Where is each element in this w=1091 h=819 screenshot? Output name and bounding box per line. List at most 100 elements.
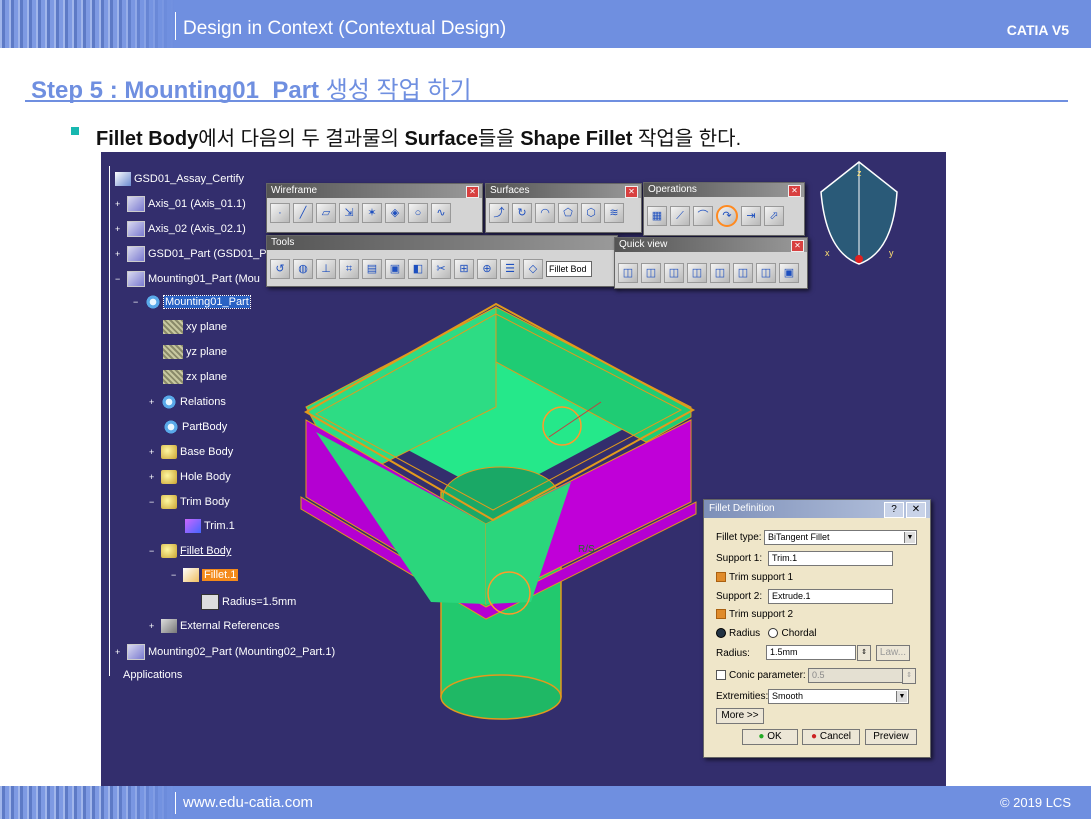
- projection-icon[interactable]: ⇲: [339, 203, 359, 223]
- tree-item-trim1[interactable]: Trim.1: [185, 519, 235, 533]
- spline-icon[interactable]: ∿: [431, 203, 451, 223]
- tree-item-hole-body[interactable]: + Hole Body: [149, 470, 231, 484]
- trim-support2-checkbox[interactable]: Trim support 2: [716, 609, 793, 620]
- bottom-view-icon[interactable]: ◫: [756, 263, 776, 283]
- close-button[interactable]: ✕: [906, 502, 926, 518]
- support2-field[interactable]: Extrude.1: [768, 589, 893, 604]
- body-icon: [161, 495, 177, 509]
- checkbox-checked-icon: [716, 572, 726, 583]
- radius-radio[interactable]: Radius: [716, 628, 760, 639]
- cube-icon[interactable]: ◧: [408, 259, 428, 279]
- boundary-icon[interactable]: ⌒: [693, 206, 713, 226]
- sweep-icon[interactable]: ◠: [535, 203, 555, 223]
- grid-icon[interactable]: ▤: [362, 259, 382, 279]
- translate-icon[interactable]: ⇥: [741, 206, 761, 226]
- feature-label: R/S: [578, 544, 595, 555]
- tree-item-fillet1[interactable]: − Fillet.1: [171, 568, 239, 582]
- extremities-select[interactable]: Smooth ▼: [768, 689, 909, 704]
- chordal-radio[interactable]: Chordal: [768, 628, 817, 639]
- axis-system-icon[interactable]: ⊥: [316, 259, 336, 279]
- tree-item-gsd01-part[interactable]: + GSD01_Part (GSD01_P: [115, 246, 267, 262]
- fillet-type-select[interactable]: BiTangent Fillet ▼: [764, 530, 917, 545]
- tree-item-mounting01-instance[interactable]: − Mounting01_Part (Mou: [115, 271, 260, 287]
- close-icon[interactable]: ✕: [791, 240, 804, 252]
- compass-z: z: [857, 168, 862, 178]
- cancel-button[interactable]: ● Cancel: [802, 729, 860, 745]
- back-view-icon[interactable]: ◫: [664, 263, 684, 283]
- revolve-icon[interactable]: ↻: [512, 203, 532, 223]
- law-button[interactable]: Law...: [876, 645, 910, 661]
- scissors-icon[interactable]: ✂: [431, 259, 451, 279]
- iso-view-icon[interactable]: ◫: [618, 263, 638, 283]
- tree-item-axis02[interactable]: + Axis_02 (Axis_02.1): [115, 221, 246, 237]
- extrapolate-icon[interactable]: ⬀: [764, 206, 784, 226]
- tree-item-applications[interactable]: Applications: [123, 669, 182, 681]
- tree-item-mounting02[interactable]: + Mounting02_Part (Mounting02_Part.1): [115, 644, 335, 660]
- tree-item-external-references[interactable]: + External References: [149, 619, 280, 633]
- blend-icon[interactable]: ≋: [604, 203, 624, 223]
- ok-button[interactable]: ● OK: [742, 729, 798, 745]
- close-icon[interactable]: ✕: [466, 186, 479, 198]
- tree-item-mounting01-part[interactable]: − Mounting01_Part: [133, 295, 251, 309]
- current-body-field[interactable]: Fillet Bod: [546, 261, 592, 277]
- list-icon[interactable]: ☰: [500, 259, 520, 279]
- globe-icon[interactable]: ◍: [293, 259, 313, 279]
- tree-icon[interactable]: ⊞: [454, 259, 474, 279]
- loft-icon[interactable]: ⬡: [581, 203, 601, 223]
- point-icon[interactable]: ·: [270, 203, 290, 223]
- radio-unselected-icon: [768, 628, 779, 639]
- conic-parameter-field[interactable]: 0.5: [808, 668, 903, 683]
- datum-icon[interactable]: ▣: [385, 259, 405, 279]
- extrude-icon[interactable]: ⤴: [489, 203, 509, 223]
- named-views-icon[interactable]: ▣: [779, 263, 799, 283]
- tree-item-xy-plane[interactable]: xy plane: [163, 320, 227, 334]
- close-icon[interactable]: ✕: [625, 186, 638, 198]
- chevron-down-icon: ▼: [904, 532, 915, 543]
- radius-spinner[interactable]: ⇕: [857, 645, 871, 661]
- support1-field[interactable]: Trim.1: [768, 551, 893, 566]
- tree-item-zx-plane[interactable]: zx plane: [163, 370, 227, 384]
- tree-item-fillet-body[interactable]: − Fillet Body: [149, 544, 231, 558]
- tree-item-radius[interactable]: Radius=1.5mm: [201, 594, 296, 610]
- footer-website[interactable]: www.edu-catia.com: [183, 794, 313, 811]
- conic-spinner[interactable]: ⇕: [902, 668, 916, 684]
- toolbar-tools[interactable]: Tools ↺ ◍ ⊥ ⌗ ▤ ▣ ◧ ✂ ⊞ ⊕ ☰ ◇ Fillet Bod: [266, 235, 618, 287]
- tree-item-trim-body[interactable]: − Trim Body: [149, 495, 230, 509]
- layer-icon[interactable]: ◇: [523, 259, 543, 279]
- catalog-icon[interactable]: ⊕: [477, 259, 497, 279]
- support1-label: Support 1:: [716, 553, 763, 564]
- more-button[interactable]: More >>: [716, 708, 764, 724]
- split-icon[interactable]: ⟋: [670, 206, 690, 226]
- help-button[interactable]: ?: [884, 502, 904, 518]
- toolbar-wireframe[interactable]: Wireframe ✕ · ╱ ▱ ⇲ ✶ ◈ ○ ∿: [266, 183, 483, 233]
- trim-support1-checkbox[interactable]: Trim support 1: [716, 572, 793, 583]
- conic-parameter-checkbox[interactable]: Conic parameter:: [716, 670, 806, 681]
- intersection-icon[interactable]: ✶: [362, 203, 382, 223]
- preview-button[interactable]: Preview: [865, 729, 917, 745]
- fillet-definition-dialog[interactable]: Fillet Definition ? ✕ Fillet type: BiTan…: [703, 499, 931, 758]
- join-icon[interactable]: ▦: [647, 206, 667, 226]
- toolbar-surfaces[interactable]: Surfaces ✕ ⤴ ↻ ◠ ⬠ ⬡ ≋: [485, 183, 642, 233]
- shape-fillet-icon[interactable]: ↷: [716, 205, 738, 227]
- front-view-icon[interactable]: ◫: [641, 263, 661, 283]
- toolbar-quick-view[interactable]: Quick view ✕ ◫ ◫ ◫ ◫ ◫ ◫ ◫ ▣: [614, 237, 808, 289]
- right-view-icon[interactable]: ◫: [710, 263, 730, 283]
- tree-item-partbody[interactable]: PartBody: [163, 420, 227, 434]
- tree-item-relations[interactable]: + Relations: [149, 395, 226, 409]
- tree-item-root[interactable]: GSD01_Assay_Certify: [115, 172, 244, 186]
- work-on-support-icon[interactable]: ⌗: [339, 259, 359, 279]
- left-view-icon[interactable]: ◫: [687, 263, 707, 283]
- tree-item-base-body[interactable]: + Base Body: [149, 445, 233, 459]
- top-view-icon[interactable]: ◫: [733, 263, 753, 283]
- offset-icon[interactable]: ◈: [385, 203, 405, 223]
- tree-item-yz-plane[interactable]: yz plane: [163, 345, 227, 359]
- plane-tool-icon[interactable]: ▱: [316, 203, 336, 223]
- tree-item-axis01[interactable]: + Axis_01 (Axis_01.1): [115, 196, 246, 212]
- toolbar-operations[interactable]: Operations ✕ ▦ ⟋ ⌒ ↷ ⇥ ⬀: [643, 182, 805, 236]
- close-icon[interactable]: ✕: [788, 185, 801, 197]
- update-icon[interactable]: ↺: [270, 259, 290, 279]
- circle-icon[interactable]: ○: [408, 203, 428, 223]
- line-icon[interactable]: ╱: [293, 203, 313, 223]
- radius-field[interactable]: 1.5mm: [766, 645, 856, 660]
- fill-icon[interactable]: ⬠: [558, 203, 578, 223]
